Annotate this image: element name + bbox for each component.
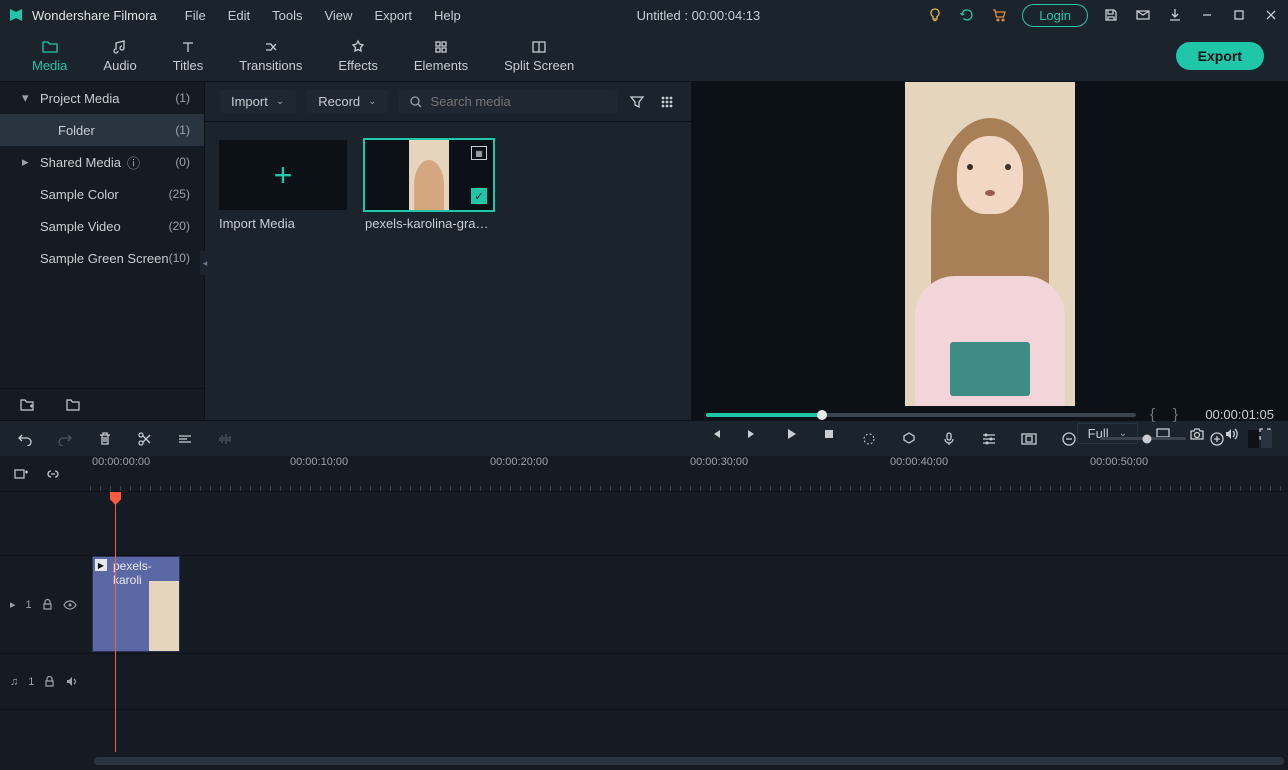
filter-button[interactable]	[627, 92, 647, 112]
mute-icon[interactable]	[65, 676, 78, 687]
stop-button[interactable]	[820, 425, 838, 443]
transitions-icon	[262, 38, 280, 56]
timeline-add-button[interactable]	[12, 465, 30, 483]
zoom-in-button[interactable]	[1208, 430, 1226, 448]
menu-view[interactable]: View	[314, 4, 362, 27]
link-button[interactable]	[44, 465, 62, 483]
mixer-button[interactable]	[980, 430, 998, 448]
search-icon	[409, 95, 423, 109]
minimize-button[interactable]	[1198, 6, 1216, 24]
close-button[interactable]	[1262, 6, 1280, 24]
audio-wave-button[interactable]	[216, 430, 234, 448]
snapshot-button[interactable]	[1188, 425, 1206, 443]
tab-elements[interactable]: Elements	[396, 34, 486, 77]
tab-media[interactable]: Media	[14, 34, 85, 77]
delete-button[interactable]	[96, 430, 114, 448]
maximize-button[interactable]	[1230, 6, 1248, 24]
sidebar-sample-color[interactable]: Sample Color (25)	[0, 178, 204, 210]
check-icon: ✓	[471, 188, 487, 204]
play-button[interactable]	[782, 425, 800, 443]
zoom-slider[interactable]	[1100, 437, 1186, 440]
crop-button[interactable]	[176, 430, 194, 448]
timeline-scrollbar[interactable]	[94, 757, 1284, 765]
play-icon: ▶	[95, 559, 107, 571]
sidebar-sample-green-screen[interactable]: Sample Green Screen (10)	[0, 242, 204, 274]
prev-frame-button[interactable]	[706, 425, 724, 443]
media-type-icon: ▦	[471, 146, 487, 160]
chevron-down-icon: ▾	[22, 90, 32, 106]
import-media-card[interactable]: + Import Media	[219, 140, 347, 231]
bulb-icon[interactable]	[926, 6, 944, 24]
plus-icon: +	[274, 157, 293, 194]
cart-icon[interactable]	[990, 6, 1008, 24]
mark-out-button[interactable]: }	[1169, 406, 1182, 423]
folder-button[interactable]	[64, 396, 82, 414]
menu-export[interactable]: Export	[364, 4, 422, 27]
info-icon: ⓘ	[127, 153, 137, 172]
timecode: 00:00:01:05	[1192, 407, 1274, 422]
login-button[interactable]: Login	[1022, 4, 1088, 27]
split-button[interactable]	[136, 430, 154, 448]
menu-tools[interactable]: Tools	[262, 4, 312, 27]
menu-help[interactable]: Help	[424, 4, 471, 27]
import-dropdown[interactable]: Import⌄	[219, 90, 296, 113]
video-track[interactable]: ▸ 1 ▶ pexels-karoli	[0, 556, 1288, 654]
aspect-button[interactable]	[1020, 430, 1038, 448]
tab-titles[interactable]: Titles	[155, 34, 222, 77]
app-logo	[8, 7, 24, 23]
layout-toggle[interactable]	[1248, 430, 1272, 448]
app-name: Wondershare Filmora	[32, 8, 157, 23]
folder-icon	[41, 38, 59, 56]
chevron-right-icon: ▸	[22, 154, 32, 170]
window-title: Untitled : 00:00:04:13	[471, 8, 926, 23]
chevron-down-icon: ⌄	[276, 96, 284, 107]
menu-file[interactable]: File	[175, 4, 216, 27]
media-clip-card[interactable]: ▦ ✓ pexels-karolina-grabo...	[365, 140, 493, 231]
preview-video[interactable]	[692, 82, 1288, 406]
marker-button[interactable]	[900, 430, 918, 448]
next-frame-button[interactable]	[744, 425, 762, 443]
video-track-icon: ▸	[10, 598, 16, 611]
sidebar-collapse-handle[interactable]: ◂	[200, 251, 210, 275]
zoom-out-button[interactable]	[1060, 430, 1078, 448]
mark-in-button[interactable]: {	[1146, 406, 1159, 423]
lock-icon[interactable]	[44, 675, 55, 688]
mail-icon[interactable]	[1134, 6, 1152, 24]
tab-split-screen[interactable]: Split Screen	[486, 34, 592, 77]
save-icon[interactable]	[1102, 6, 1120, 24]
tab-effects[interactable]: Effects	[320, 34, 396, 77]
render-button[interactable]	[860, 430, 878, 448]
elements-icon	[432, 38, 450, 56]
timeline-clip[interactable]: ▶ pexels-karoli	[92, 556, 180, 652]
record-dropdown[interactable]: Record⌄	[306, 90, 388, 113]
scrub-slider[interactable]	[706, 413, 1136, 417]
redo-button[interactable]	[56, 430, 74, 448]
export-button[interactable]: Export	[1176, 42, 1264, 70]
timeline-ruler[interactable]: 00:00:00:00 00:00:10:00 00:00:20:00 00:0…	[90, 456, 1288, 491]
effects-icon	[349, 38, 367, 56]
split-screen-icon	[530, 38, 548, 56]
audio-track-icon: ♫	[10, 676, 18, 688]
chevron-down-icon: ⌄	[368, 96, 376, 107]
refresh-icon[interactable]	[958, 6, 976, 24]
tab-transitions[interactable]: Transitions	[221, 34, 320, 77]
text-icon	[179, 38, 197, 56]
tab-audio[interactable]: Audio	[85, 34, 154, 77]
sidebar-sample-video[interactable]: Sample Video (20)	[0, 210, 204, 242]
download-icon[interactable]	[1166, 6, 1184, 24]
sidebar-folder[interactable]: Folder (1)	[0, 114, 204, 146]
sidebar-project-media[interactable]: ▾ Project Media (1)	[0, 82, 204, 114]
new-folder-button[interactable]	[18, 396, 36, 414]
visibility-icon[interactable]	[63, 600, 77, 610]
menu-edit[interactable]: Edit	[218, 4, 260, 27]
grid-view-button[interactable]	[657, 92, 677, 112]
voiceover-button[interactable]	[940, 430, 958, 448]
undo-button[interactable]	[16, 430, 34, 448]
music-icon	[111, 38, 129, 56]
lock-icon[interactable]	[42, 598, 53, 611]
audio-track[interactable]: ♫ 1	[0, 654, 1288, 710]
search-input[interactable]	[399, 90, 617, 113]
sidebar-shared-media[interactable]: ▸ Shared Media ⓘ (0)	[0, 146, 204, 178]
resolution-dropdown[interactable]: Full⌄	[1077, 423, 1138, 444]
